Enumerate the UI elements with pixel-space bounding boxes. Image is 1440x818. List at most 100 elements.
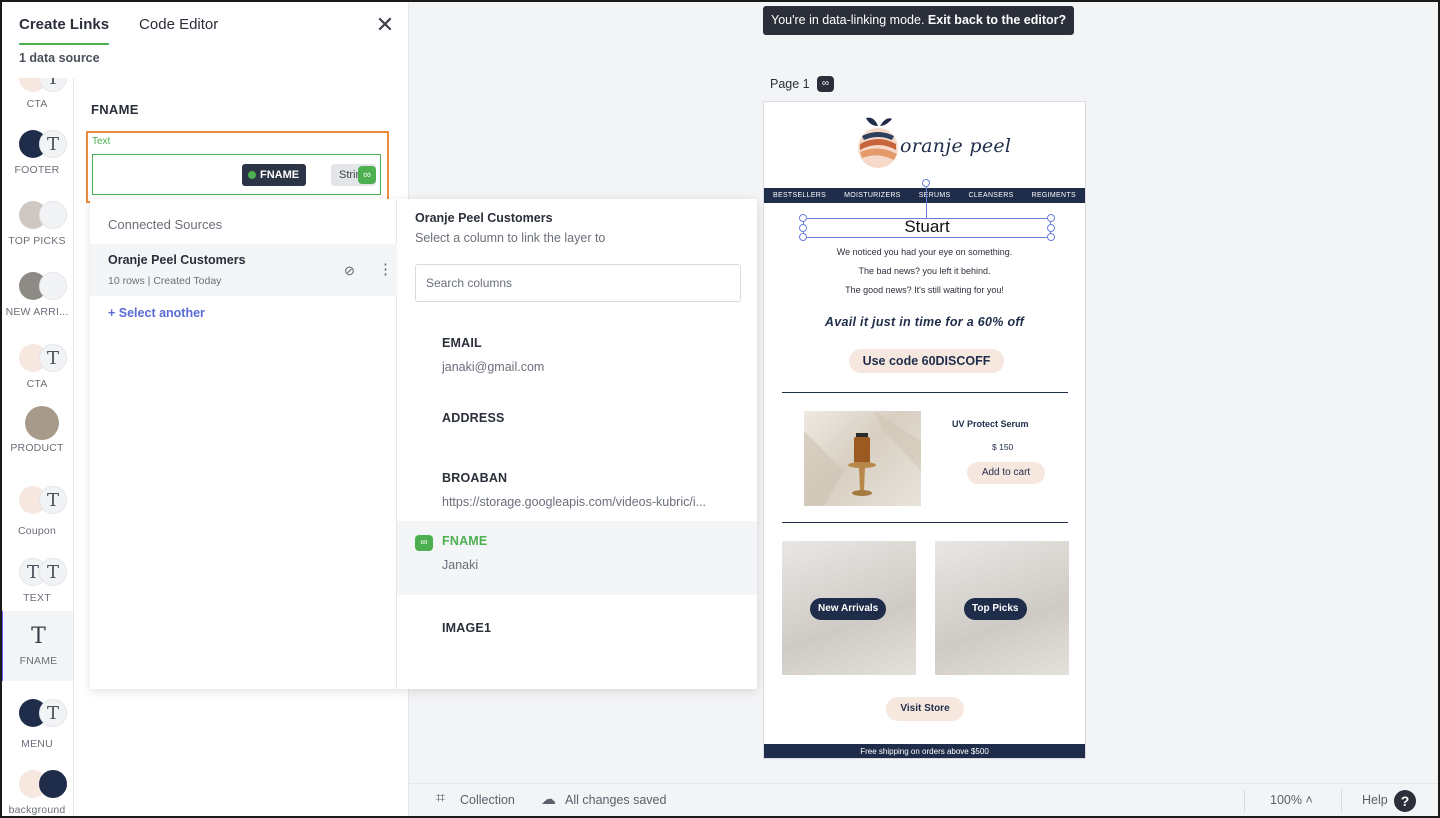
layer-label: MENU: [21, 738, 53, 750]
layer-thumb: [9, 406, 65, 440]
resize-handle[interactable]: [799, 233, 807, 241]
connected-sources-pane: Connected Sources Oranje Peel Customers …: [90, 199, 397, 689]
column-name: FNAME: [442, 534, 488, 548]
layer-item-product[interactable]: PRODUCT: [0, 406, 73, 454]
layer-item-top-picks[interactable]: TOP PICKS: [0, 201, 73, 247]
nav-item[interactable]: BESTSELLERS: [773, 192, 826, 199]
layer-item-cta[interactable]: T CTA: [0, 78, 73, 110]
layer-item-new-arrivals[interactable]: NEW ARRI...: [0, 272, 73, 318]
layer-label: CTA: [26, 98, 48, 110]
body-text: The bad news? you left it behind.: [858, 266, 991, 276]
layer-item-background[interactable]: background: [0, 770, 73, 816]
select-another-link[interactable]: + Select another: [108, 306, 205, 320]
layer-thumb: [9, 201, 67, 231]
bookmark-plus-icon[interactable]: ⌗: [436, 790, 445, 808]
zoom-control[interactable]: 100% ˄: [1270, 793, 1313, 807]
layer-label: TEXT: [23, 592, 51, 604]
source-meta: 10 rows | Created Today: [108, 275, 222, 287]
help-link[interactable]: Help: [1362, 793, 1388, 807]
banner-text: You're in data-linking mode.: [771, 13, 925, 27]
zoom-level: 100%: [1270, 793, 1302, 807]
layer-rail: T CTA T FOOTER TOP PICKS NEW ARRI... T C…: [0, 78, 74, 818]
layer-thumb: T: [9, 130, 67, 160]
cloud-check-icon: ☁: [541, 791, 556, 808]
help-icon[interactable]: ?: [1394, 790, 1416, 812]
selection-box: [803, 218, 1051, 238]
data-source-count: 1 data source: [19, 51, 100, 65]
layer-thumb: [9, 272, 67, 302]
field-title: FNAME: [91, 102, 139, 117]
unlink-icon[interactable]: ⊘: [344, 263, 355, 279]
product-name: UV Protect Serum: [952, 419, 1029, 429]
separator: [1341, 790, 1342, 812]
new-arrivals-button[interactable]: New Arrivals: [810, 598, 887, 620]
coupon-button[interactable]: Use code 60DISCOFF: [849, 349, 1004, 373]
source-name: Oranje Peel Customers: [108, 253, 246, 267]
column-row-fname[interactable]: ∞ FNAME Janaki: [397, 521, 757, 595]
nav-item[interactable]: REGIMENTS: [1032, 192, 1076, 199]
tab-create-links[interactable]: Create Links: [19, 16, 110, 45]
column-name: BROABAN: [442, 471, 508, 485]
field-input[interactable]: FNAME String ∞: [92, 154, 381, 195]
page-link-icon[interactable]: ∞: [817, 76, 834, 92]
rotate-handle[interactable]: [922, 179, 930, 187]
bottom-toolbar: ⌗ Collection ☁ All changes saved 100% ˄ …: [409, 783, 1440, 818]
resize-handle[interactable]: [799, 224, 807, 232]
column-sample-value: Janaki: [442, 558, 479, 572]
layer-label: NEW ARRI...: [5, 306, 69, 318]
resize-handle[interactable]: [1047, 224, 1055, 232]
tab-code-editor[interactable]: Code Editor: [139, 16, 218, 45]
column-sample-value: janaki@gmail.com: [442, 360, 545, 374]
rotate-guide: [926, 182, 927, 219]
column-row-image1[interactable]: IMAGE1: [397, 608, 757, 682]
layer-thumb: T: [9, 699, 67, 729]
close-icon[interactable]: ✕: [374, 14, 396, 36]
column-row-email[interactable]: EMAIL janaki@gmail.com: [397, 323, 757, 397]
link-popover: Connected Sources Oranje Peel Customers …: [90, 199, 757, 689]
body-text: We noticed you had your eye on something…: [836, 247, 1013, 257]
layer-item-footer[interactable]: T FOOTER: [0, 130, 73, 176]
email-navbar: BESTSELLERS MOISTURIZERS SERUMS CLEANSER…: [764, 188, 1085, 203]
separator: [1244, 790, 1245, 812]
nav-item[interactable]: SERUMS: [919, 192, 951, 199]
nav-item[interactable]: CLEANSERS: [968, 192, 1013, 199]
layer-item-menu[interactable]: T MENU: [0, 699, 73, 750]
link-icon[interactable]: ∞: [358, 166, 376, 184]
more-options-icon[interactable]: ⋮: [378, 260, 393, 278]
divider: [782, 522, 1068, 523]
layer-thumb: [9, 770, 67, 800]
resize-handle[interactable]: [1047, 214, 1055, 222]
text-link-field[interactable]: Text FNAME String ∞: [86, 131, 389, 203]
layer-item-fname[interactable]: T FNAME: [0, 611, 73, 681]
data-linking-banner: You're in data-linking mode. Exit back t…: [763, 6, 1075, 35]
layer-item-cta-2[interactable]: T CTA: [0, 344, 73, 390]
new-arrivals-tile: New Arrivals: [782, 541, 916, 675]
text-layer-icon: T: [31, 624, 46, 649]
column-name: EMAIL: [442, 336, 482, 350]
visit-store-button[interactable]: Visit Store: [886, 697, 964, 721]
add-to-cart-button[interactable]: Add to cart: [967, 462, 1045, 484]
field-type-label: Text: [92, 136, 111, 147]
layer-item-coupon[interactable]: T Coupon: [0, 486, 73, 537]
linked-icon: ∞: [415, 535, 433, 551]
column-name: IMAGE1: [442, 621, 492, 635]
column-sample-value: https://storage.googleapis.com/videos-ku…: [442, 495, 707, 509]
layer-thumb: TT: [9, 558, 67, 588]
layer-label: CTA: [26, 378, 48, 390]
top-picks-button[interactable]: Top Picks: [964, 598, 1027, 620]
top-picks-tile: Top Picks: [935, 541, 1069, 675]
nav-item[interactable]: MOISTURIZERS: [844, 192, 901, 199]
collection-button[interactable]: Collection: [460, 793, 515, 807]
divider: [782, 392, 1068, 393]
resize-handle[interactable]: [1047, 233, 1055, 241]
resize-handle[interactable]: [799, 214, 807, 222]
layer-label: TOP PICKS: [8, 235, 66, 247]
brand-name: oranje peel: [900, 135, 1012, 157]
source-item[interactable]: Oranje Peel Customers 10 rows | Created …: [90, 244, 397, 296]
layer-item-text[interactable]: TT TEXT: [0, 558, 73, 604]
linked-column-chip[interactable]: FNAME: [242, 164, 307, 186]
exit-editor-link[interactable]: Exit back to the editor?: [928, 13, 1066, 27]
page-label: Page 1: [770, 77, 810, 91]
search-columns-input[interactable]: [415, 264, 741, 302]
layer-label: FNAME: [19, 655, 58, 667]
